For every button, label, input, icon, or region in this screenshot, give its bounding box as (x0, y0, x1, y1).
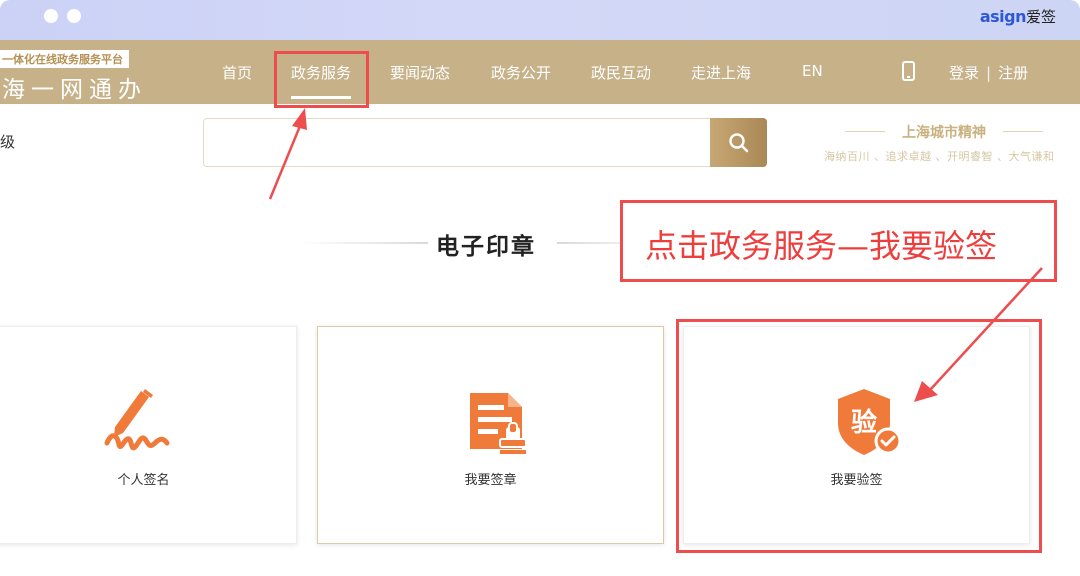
register-link[interactable]: 注册 (998, 64, 1028, 82)
brand-prefix: asign (979, 7, 1027, 26)
window-dot-icon[interactable] (44, 9, 58, 23)
heading-divider-left (300, 242, 428, 244)
card-label: 个人签名 (117, 473, 170, 488)
auth-links: 登录 | 注册 (949, 62, 1028, 83)
auth-separator: | (986, 64, 992, 82)
nav-item-government-affairs[interactable]: 政务公开 (491, 62, 551, 83)
city-spirit-motto: 海纳百川 、追求卓越 、开明睿智 、大气谦和 (824, 150, 1055, 163)
annotation-highlight-card (676, 319, 1042, 553)
city-spirit-title: 上海城市精神 (845, 122, 1043, 142)
annotation-highlight-nav (274, 51, 369, 108)
card-personal-signature[interactable]: 个人签名 (0, 326, 297, 544)
window-titlebar: asign爱签 (0, 0, 1080, 40)
brand-logo: asign爱签 (980, 6, 1056, 27)
nav-item-interaction[interactable]: 政民互动 (591, 62, 651, 83)
document-stamp-icon (470, 393, 527, 454)
search-icon (729, 133, 749, 153)
section-title: 电子印章 (436, 234, 536, 260)
card-label: 我要签章 (464, 473, 517, 488)
mobile-phone-icon[interactable] (902, 61, 915, 81)
search-button[interactable] (710, 118, 767, 167)
site-logo-subtitle: 一体化在线政务服务平台 (0, 50, 129, 68)
nav-item-english[interactable]: EN (802, 62, 823, 80)
search-input[interactable] (203, 118, 767, 167)
window-dot-icon[interactable] (67, 9, 81, 23)
top-nav: 一体化在线政务服务平台 海一网通办 首页 政务服务 要闻动态 政务公开 政民互动… (0, 40, 1080, 104)
site-logo-title[interactable]: 海一网通办 (2, 70, 147, 104)
card-apply-seal[interactable]: 我要签章 (317, 326, 664, 544)
nav-item-shanghai[interactable]: 走进上海 (691, 62, 751, 83)
brand-suffix: 爱签 (1025, 8, 1056, 26)
annotation-callout: 点击政务服务—我要验签 (620, 200, 1057, 282)
annotation-text: 点击政务服务—我要验签 (645, 227, 998, 265)
nav-item-home[interactable]: 首页 (222, 62, 252, 83)
signature-pen-icon (104, 389, 170, 451)
level-text: 级 (0, 133, 16, 151)
login-link[interactable]: 登录 (949, 64, 979, 82)
nav-item-news[interactable]: 要闻动态 (390, 62, 450, 83)
